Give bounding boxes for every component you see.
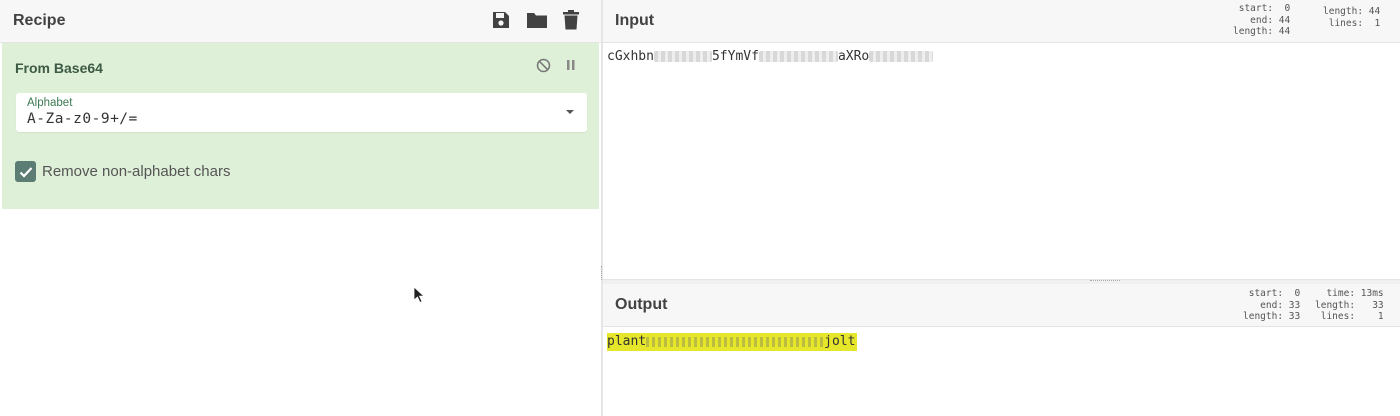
output-title: Output (615, 296, 668, 313)
remove-nonalphabet-checkbox[interactable] (15, 161, 36, 182)
input-title: Input (615, 12, 655, 29)
remove-nonalphabet-label: Remove non-alphabet chars (42, 163, 231, 180)
output-length-stats: time: 13ms length: 33 lines: 1 (1315, 288, 1384, 322)
input-pane: Input start: 0 end: 44 length: 44 length… (603, 0, 1400, 279)
save-icon[interactable] (490, 9, 512, 31)
alphabet-label: Alphabet (27, 97, 73, 109)
alphabet-value: A-Za-z0-9+/= (27, 111, 138, 127)
recipe-title: Recipe (13, 12, 66, 29)
chevron-down-icon (566, 110, 574, 114)
disable-icon[interactable] (535, 57, 551, 73)
output-selection-stats: start: 0 end: 33 length: 33 (1243, 288, 1301, 322)
recipe-header: Recipe (0, 0, 601, 43)
redacted-text (869, 51, 934, 62)
input-text-part: 5fYmVf (711, 49, 759, 64)
operation-title: From Base64 (15, 60, 103, 76)
output-text-part: jolt (824, 334, 856, 349)
alphabet-select[interactable]: Alphabet A-Za-z0-9+/= (16, 93, 587, 132)
output-text-part: plant (607, 334, 647, 349)
input-selection-stats: start: 0 end: 44 length: 44 (1233, 3, 1291, 37)
redacted-text (646, 336, 825, 347)
input-text-part: cGxhbn (607, 49, 654, 64)
output-text[interactable]: plant jolt (607, 333, 858, 351)
trash-icon[interactable] (560, 9, 582, 31)
redacted-text (653, 51, 712, 62)
pane-divider-grip[interactable] (1090, 280, 1120, 283)
output-header: Output start: 0 end: 33 length: 33 time:… (603, 284, 1400, 327)
redacted-text (758, 51, 838, 62)
input-length-stats: length: 44 lines: 1 (1323, 6, 1381, 29)
recipe-pane: Recipe From Base64 Alphabet A-Za-z0-9+/=… (0, 0, 601, 416)
folder-icon[interactable] (526, 9, 548, 31)
pause-icon[interactable] (563, 57, 579, 73)
input-textarea[interactable]: cGxhbn 5fYmVf aXRo (607, 49, 934, 64)
input-text-part: aXRo (837, 49, 870, 64)
mouse-cursor-icon (413, 286, 426, 309)
input-header: Input start: 0 end: 44 length: 44 length… (603, 0, 1400, 43)
output-pane: Output start: 0 end: 33 length: 33 time:… (603, 284, 1400, 416)
operation-from-base64[interactable]: From Base64 Alphabet A-Za-z0-9+/= Remove… (2, 43, 599, 209)
